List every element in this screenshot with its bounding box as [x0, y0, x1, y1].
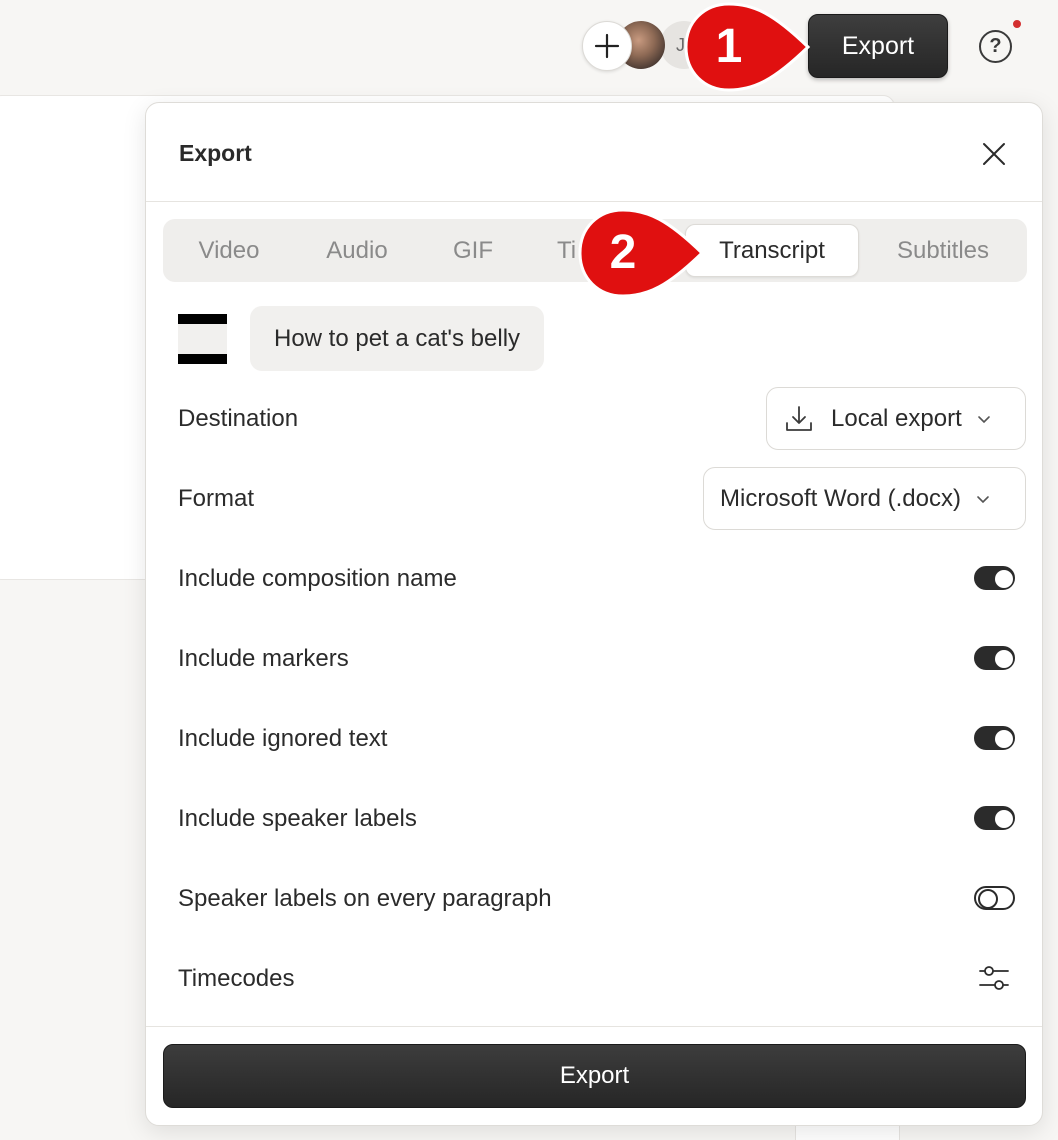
- include-speaker-labels-toggle[interactable]: [974, 806, 1015, 830]
- timecodes-label: Timecodes: [178, 965, 295, 992]
- download-icon: [786, 405, 812, 431]
- footer-divider: [146, 1026, 1042, 1027]
- chevron-down-icon: [977, 495, 989, 503]
- close-icon: [983, 143, 1005, 165]
- toggle-label-markers: Include markers: [178, 645, 349, 672]
- sliders-icon[interactable]: [978, 963, 1010, 993]
- plus-icon: [594, 33, 620, 59]
- callout-1-number: 1: [715, 20, 743, 73]
- tab-audio[interactable]: Audio: [297, 219, 417, 282]
- destination-label: Destination: [178, 405, 299, 432]
- callout-2-number: 2: [609, 226, 637, 279]
- header-divider: [146, 201, 1042, 202]
- app-window: J Export ? Export Video Audio GIF Ti Tra…: [0, 0, 1058, 1140]
- toggle-label-composition-name: Include composition name: [178, 565, 457, 592]
- destination-select[interactable]: Local export: [766, 387, 1026, 450]
- export-button[interactable]: Export: [808, 14, 948, 78]
- chevron-down-icon: [977, 415, 990, 423]
- destination-value: Local export: [831, 404, 962, 432]
- composition-name: How to pet a cat's belly: [250, 306, 545, 371]
- speaker-labels-every-paragraph-toggle[interactable]: [974, 886, 1015, 910]
- tab-video[interactable]: Video: [169, 219, 289, 282]
- help-button[interactable]: ?: [979, 30, 1012, 63]
- close-button[interactable]: [979, 139, 1009, 169]
- add-collaborator-button[interactable]: [582, 21, 632, 71]
- format-label: Format: [178, 485, 255, 512]
- include-ignored-text-toggle[interactable]: [974, 726, 1015, 750]
- format-value: Microsoft Word (.docx): [720, 484, 961, 512]
- include-composition-name-toggle[interactable]: [974, 566, 1015, 590]
- toggle-label-speaker-labels: Include speaker labels: [178, 805, 417, 832]
- tab-transcript[interactable]: Transcript: [685, 224, 859, 277]
- notification-dot: [1011, 18, 1023, 30]
- toggle-label-every-paragraph: Speaker labels on every paragraph: [178, 885, 552, 912]
- export-confirm-button[interactable]: Export: [163, 1044, 1026, 1108]
- toggle-label-ignored-text: Include ignored text: [178, 725, 388, 752]
- help-icon: ?: [989, 35, 1002, 57]
- format-select[interactable]: Microsoft Word (.docx): [703, 467, 1026, 530]
- include-markers-toggle[interactable]: [974, 646, 1015, 670]
- tab-subtitles[interactable]: Subtitles: [865, 219, 1021, 282]
- tab-gif[interactable]: GIF: [425, 219, 521, 282]
- dialog-title: Export: [179, 140, 252, 166]
- composition-thumbnail: [178, 314, 227, 364]
